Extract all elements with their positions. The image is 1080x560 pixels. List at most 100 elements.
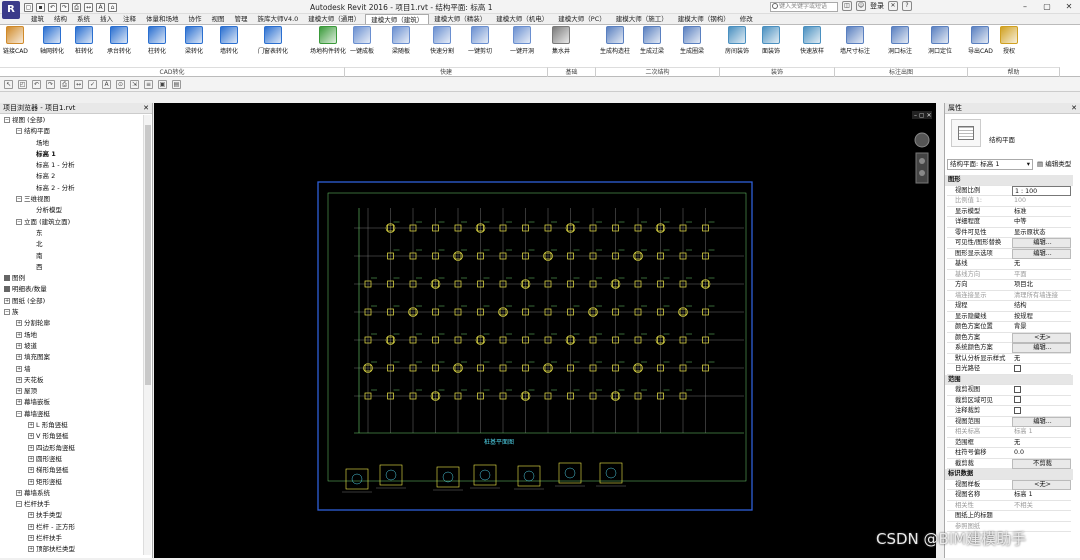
- tree-item[interactable]: 标高 1: [0, 149, 143, 160]
- minimize-icon[interactable]: –: [1014, 0, 1036, 14]
- tree-item[interactable]: 西: [0, 262, 143, 273]
- tab-9[interactable]: 族库大师V4.0: [253, 14, 304, 24]
- collapse-icon[interactable]: −: [16, 218, 22, 225]
- ribbon-button-18[interactable]: 房间装饰: [725, 26, 749, 55]
- tree-item[interactable]: + 顶部扶栏类型: [0, 544, 143, 555]
- tab-4[interactable]: 注释: [118, 14, 141, 24]
- close-icon[interactable]: ✕: [1071, 103, 1077, 114]
- property-value[interactable]: 背景: [1012, 322, 1071, 332]
- drawing-canvas[interactable]: 桩基平面图 – ▢ ✕: [154, 103, 936, 558]
- ribbon-button-9[interactable]: 一键成板: [350, 26, 374, 55]
- tree-item[interactable]: 明细表/数量: [0, 284, 143, 295]
- property-value[interactable]: 1 : 100: [1012, 185, 1071, 196]
- property-value[interactable]: 标高 1: [1012, 427, 1071, 437]
- property-section[interactable]: 图形: [945, 175, 1073, 186]
- tab-14[interactable]: 建模大师（PC）: [553, 14, 610, 24]
- tree-item[interactable]: − 幕墙竖梃: [0, 409, 143, 420]
- scroll-thumb[interactable]: [145, 125, 151, 385]
- exchange-icon[interactable]: ✕: [888, 1, 898, 11]
- save-icon[interactable]: ▪: [36, 2, 45, 12]
- tree-item[interactable]: − 族: [0, 307, 143, 318]
- close-icon[interactable]: ✕: [1058, 0, 1080, 14]
- expand-icon[interactable]: +: [28, 467, 34, 474]
- expand-icon[interactable]: +: [28, 546, 34, 553]
- ribbon-button-20[interactable]: 快速放样: [800, 26, 824, 55]
- property-value[interactable]: 项目北: [1012, 280, 1071, 290]
- tab-7[interactable]: 视图: [207, 14, 230, 24]
- 3d-view-icon[interactable]: ⌂: [108, 2, 117, 12]
- tab-8[interactable]: 管理: [230, 14, 253, 24]
- property-value[interactable]: 清理所有墙连接: [1012, 291, 1071, 301]
- modify-icon[interactable]: ↖: [4, 79, 13, 89]
- tree-item[interactable]: 南: [0, 251, 143, 262]
- tree-item[interactable]: 图例: [0, 273, 143, 284]
- property-edit-button[interactable]: 编辑...: [1012, 248, 1071, 259]
- switch-windows-icon[interactable]: ▤: [172, 79, 181, 89]
- ribbon-button-24[interactable]: 导出CAD: [968, 26, 993, 55]
- redo-icon[interactable]: ↷: [60, 2, 69, 12]
- tree-item[interactable]: + 圆形竖梃: [0, 454, 143, 465]
- expand-icon[interactable]: +: [16, 331, 22, 338]
- expand-icon[interactable]: +: [16, 376, 22, 383]
- expand-icon[interactable]: +: [28, 444, 34, 451]
- print-icon[interactable]: ⎙: [60, 79, 69, 89]
- login-link[interactable]: 登录: [870, 1, 884, 11]
- tab-17[interactable]: 修改: [735, 14, 758, 24]
- expand-icon[interactable]: +: [16, 320, 22, 327]
- property-edit-button[interactable]: <无>: [1012, 479, 1071, 490]
- property-value[interactable]: [1012, 364, 1071, 374]
- ribbon-button-12[interactable]: 一键剪切: [468, 26, 492, 55]
- default-3d-icon[interactable]: ⊙: [116, 79, 125, 89]
- tree-item[interactable]: 标高 2 - 分析: [0, 183, 143, 194]
- tree-item[interactable]: + 幕墙系统: [0, 488, 143, 499]
- collapse-icon[interactable]: −: [16, 196, 22, 203]
- ribbon-button-14[interactable]: 集水井: [552, 26, 570, 55]
- measure-icon[interactable]: ↔: [74, 79, 83, 89]
- property-value[interactable]: [1012, 406, 1071, 416]
- expand-icon[interactable]: +: [28, 478, 34, 485]
- tab-16[interactable]: 建模大师（钢构）: [673, 14, 735, 24]
- text-icon[interactable]: A: [96, 2, 105, 12]
- tab-2[interactable]: 系统: [72, 14, 95, 24]
- expand-icon[interactable]: +: [16, 399, 22, 406]
- tree-item[interactable]: + 分割轮廓: [0, 318, 143, 329]
- tree-item[interactable]: − 立面 (建筑立面): [0, 217, 143, 228]
- collapse-icon[interactable]: −: [16, 410, 22, 417]
- redo-icon[interactable]: ↷: [46, 79, 55, 89]
- subscription-icon[interactable]: ◫: [842, 1, 852, 11]
- expand-icon[interactable]: +: [28, 455, 34, 462]
- tab-5[interactable]: 体量和场地: [141, 14, 184, 24]
- property-value[interactable]: 无: [1012, 259, 1071, 269]
- expand-icon[interactable]: +: [28, 433, 34, 440]
- collapse-icon[interactable]: −: [16, 501, 22, 508]
- undo-icon[interactable]: ↶: [32, 79, 41, 89]
- ribbon-button-2[interactable]: 桩转化: [75, 26, 93, 55]
- property-checkbox[interactable]: [1014, 406, 1021, 414]
- collapse-icon[interactable]: −: [4, 309, 10, 316]
- property-value[interactable]: 显示原状态: [1012, 228, 1071, 238]
- property-edit-button[interactable]: <无>: [1012, 332, 1071, 343]
- tree-item[interactable]: 场地: [0, 138, 143, 149]
- tree-item[interactable]: + 梯形角竖梃: [0, 465, 143, 476]
- ribbon-button-22[interactable]: 洞口标注: [888, 26, 912, 55]
- property-value[interactable]: 标准: [1012, 207, 1071, 217]
- ribbon-button-11[interactable]: 快速分割: [430, 26, 454, 55]
- ribbon-button-8[interactable]: 场地构件转化: [310, 26, 346, 55]
- property-section[interactable]: 范围: [945, 374, 1073, 385]
- expand-icon[interactable]: +: [4, 297, 10, 304]
- thin-lines-icon[interactable]: ≡: [144, 79, 153, 89]
- measure-icon[interactable]: ↔: [84, 2, 93, 12]
- tree-item[interactable]: + 栏杆扶手: [0, 533, 143, 544]
- property-value[interactable]: 中等: [1012, 217, 1071, 227]
- expand-icon[interactable]: +: [28, 523, 34, 530]
- ribbon-button-13[interactable]: 一键开洞: [510, 26, 534, 55]
- ribbon-button-15[interactable]: 生成构造柱: [600, 26, 630, 55]
- ribbon-button-17[interactable]: 生成圈梁: [680, 26, 704, 55]
- tree-item[interactable]: 标高 1 - 分析: [0, 160, 143, 171]
- text-icon[interactable]: A: [102, 79, 111, 89]
- property-value[interactable]: 平面: [1012, 270, 1071, 280]
- ribbon-button-19[interactable]: 面装饰: [762, 26, 780, 55]
- property-value[interactable]: [1012, 511, 1071, 521]
- user-icon[interactable]: ☺: [856, 1, 866, 11]
- property-value[interactable]: [1012, 396, 1071, 406]
